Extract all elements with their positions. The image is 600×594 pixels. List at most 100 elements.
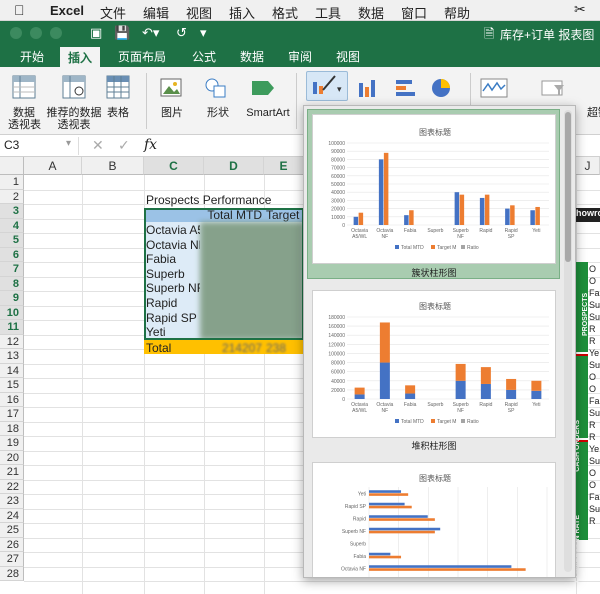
row-header[interactable]: 18 — [0, 421, 24, 436]
right-table-cell[interactable]: O — [589, 276, 600, 286]
pie-chart-icon[interactable] — [430, 77, 456, 99]
row-header[interactable]: 19 — [0, 436, 24, 451]
row-header[interactable]: 5 — [0, 233, 24, 248]
name-box-dropdown-icon[interactable]: ▾ — [66, 138, 71, 149]
tab-formulas[interactable]: 公式 — [192, 48, 216, 65]
column-header-e[interactable]: E — [264, 157, 304, 175]
right-table-cell[interactable]: Fa — [589, 288, 600, 298]
tab-home[interactable]: 开始 — [20, 48, 44, 65]
more-icon[interactable]: ▾ — [200, 25, 207, 41]
menu-view[interactable]: 视图 — [186, 3, 212, 22]
row-header[interactable]: 4 — [0, 218, 24, 233]
minimize-window-button[interactable] — [30, 27, 42, 39]
picture-label[interactable]: 图片 — [160, 107, 184, 119]
total-mtd-value[interactable]: 214207 — [204, 341, 262, 355]
menu-excel[interactable]: Excel — [50, 3, 84, 18]
right-table-cell[interactable]: O — [589, 384, 600, 394]
select-all-corner[interactable] — [0, 157, 24, 175]
scissors-icon[interactable]: ✂ — [574, 1, 586, 18]
row-header[interactable]: 9 — [0, 291, 24, 306]
tab-view[interactable]: 视图 — [336, 48, 360, 65]
right-table-cell[interactable]: Ye — [589, 444, 600, 454]
row-header[interactable]: 21 — [0, 465, 24, 480]
function-icon[interactable]: fx — [144, 137, 157, 153]
stacked-column-preview[interactable]: 图表标题 0 20000 40000 60000 80000 100000 120000 14… — [312, 290, 556, 438]
apple-icon[interactable]:  — [14, 2, 25, 18]
row-header[interactable]: 7 — [0, 262, 24, 277]
save-icon[interactable]: 💾 — [114, 25, 130, 41]
row-header[interactable]: 6 — [0, 247, 24, 262]
smartart-label[interactable]: SmartArt — [246, 107, 290, 119]
pivot-table-label[interactable]: 数据 透视表 — [8, 107, 41, 131]
undo-icon[interactable]: ↶▾ — [142, 25, 159, 41]
right-table-cell[interactable]: Su — [589, 504, 600, 514]
row-header[interactable]: 22 — [0, 479, 24, 494]
redo-icon[interactable]: ↺ — [176, 25, 187, 41]
recommended-pivot-icon[interactable] — [62, 75, 86, 99]
menu-help[interactable]: 帮助 — [444, 3, 470, 22]
menu-insert[interactable]: 插入 — [229, 3, 255, 22]
cancel-icon[interactable]: ✕ — [92, 137, 104, 154]
row-header[interactable]: 24 — [0, 508, 24, 523]
sidebar-toggle-icon[interactable]: ▣ — [90, 25, 102, 41]
right-table-cell[interactable]: Fa — [589, 492, 600, 502]
item-name-cell[interactable]: Fabia — [146, 252, 200, 266]
shape-icon[interactable] — [204, 77, 230, 99]
row-header[interactable]: 12 — [0, 334, 24, 349]
sheet-title[interactable]: Prospects Performance — [146, 193, 271, 207]
right-table-cell[interactable]: Su — [589, 312, 600, 322]
row-header[interactable]: 20 — [0, 450, 24, 465]
row-header[interactable]: 25 — [0, 523, 24, 538]
row-header[interactable]: 28 — [0, 566, 24, 581]
row-header[interactable]: 14 — [0, 363, 24, 378]
item-name-cell[interactable]: Octavia NF — [146, 238, 200, 252]
row-header[interactable]: 27 — [0, 552, 24, 567]
right-table-cell[interactable]: O — [589, 264, 600, 274]
close-window-button[interactable] — [10, 27, 22, 39]
row-header[interactable]: 16 — [0, 392, 24, 407]
right-table-header[interactable]: howro — [576, 208, 600, 222]
column-header-c[interactable]: C — [144, 157, 204, 175]
tab-page-layout[interactable]: 页面布局 — [118, 48, 166, 65]
gallery-scrollbar-thumb[interactable] — [565, 112, 571, 262]
column-chart-icon[interactable] — [356, 77, 382, 99]
right-table-cell[interactable]: Ye — [589, 348, 600, 358]
total-label[interactable]: Total — [146, 341, 171, 355]
table-label[interactable]: 表格 — [104, 107, 132, 119]
zoom-window-button[interactable] — [50, 27, 62, 39]
right-table-cell[interactable]: R — [589, 324, 600, 334]
right-table-cell[interactable]: R — [589, 420, 600, 430]
right-table-cell[interactable]: O — [589, 480, 600, 490]
right-table-cell[interactable]: R — [589, 516, 600, 526]
item-name-cell[interactable]: Rapid — [146, 296, 200, 310]
menu-file[interactable]: 文件 — [100, 3, 126, 22]
row-header[interactable]: 10 — [0, 305, 24, 320]
recommended-pivot-label[interactable]: 推荐的数据 透视表 — [46, 107, 102, 131]
sparkline-icon[interactable] — [480, 77, 510, 99]
row-header[interactable]: 15 — [0, 378, 24, 393]
total-target-value[interactable]: 238 — [266, 341, 304, 355]
item-name-cell[interactable]: Yeti — [146, 325, 200, 339]
table-icon[interactable] — [106, 75, 130, 99]
confirm-icon[interactable]: ✓ — [118, 137, 130, 154]
clustered-column-preview[interactable]: 图表标题 0 10000 20000 30000 40000 50000 60000 7000… — [312, 114, 556, 264]
item-name-cell[interactable]: Rapid SP — [146, 311, 200, 325]
item-name-cell[interactable]: Superb — [146, 267, 200, 281]
row-header[interactable]: 26 — [0, 537, 24, 552]
smartart-icon[interactable] — [250, 77, 276, 99]
pivot-table-icon[interactable] — [12, 75, 36, 99]
menu-window[interactable]: 窗口 — [401, 3, 427, 22]
menu-format[interactable]: 格式 — [272, 3, 298, 22]
row-header[interactable]: 1 — [0, 175, 24, 190]
tab-review[interactable]: 审阅 — [288, 48, 312, 65]
row-header[interactable]: 8 — [0, 276, 24, 291]
row-header[interactable]: 2 — [0, 189, 24, 204]
right-table-cell[interactable]: R — [589, 432, 600, 442]
right-table-cell[interactable]: Fa — [589, 396, 600, 406]
row-header[interactable]: 23 — [0, 494, 24, 509]
right-table-cell[interactable]: Su — [589, 300, 600, 310]
row-header[interactable]: 3 — [0, 204, 24, 219]
menu-edit[interactable]: 编辑 — [143, 3, 169, 22]
right-table-cell[interactable]: Su — [589, 360, 600, 370]
recommended-chart-button[interactable]: ▾ — [306, 71, 348, 101]
